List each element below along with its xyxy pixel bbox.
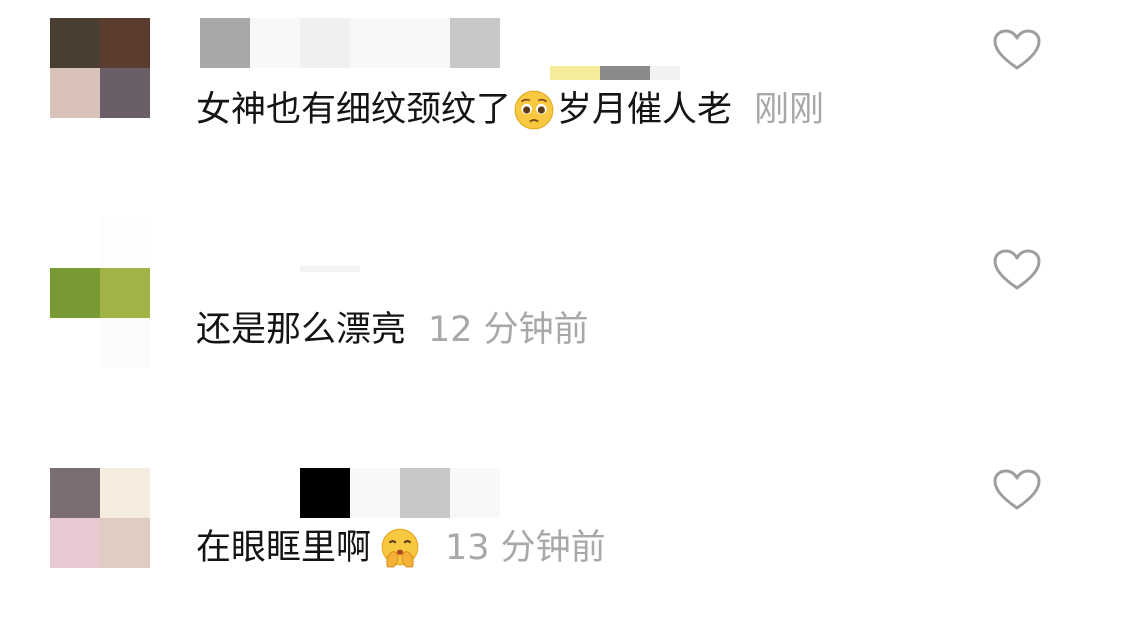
avatar-pixel (100, 318, 150, 368)
avatar[interactable] (50, 218, 150, 368)
avatar-pixel (100, 518, 150, 568)
timestamp: 刚刚 (754, 90, 825, 130)
username-pixel (450, 18, 500, 68)
username-redacted[interactable] (200, 18, 500, 68)
username-pixel (400, 18, 450, 68)
avatar[interactable] (50, 468, 150, 568)
comment-item: 女神也有细纹颈纹了 岁月催人老 刚刚 (0, 18, 1125, 158)
comment-text-line: 还是那么漂亮 12 分钟前 (196, 307, 589, 353)
username-redacted[interactable] (200, 468, 500, 518)
heart-outline-icon[interactable] (992, 468, 1042, 512)
avatar-pixel (100, 18, 150, 68)
username-redacted[interactable] (300, 266, 360, 272)
timestamp: 13 分钟前 (445, 528, 606, 568)
avatar[interactable] (50, 18, 150, 118)
comment-text: 女神也有细纹颈纹了 (196, 90, 512, 130)
avatar-pixel (100, 468, 150, 518)
username-pixel (600, 66, 650, 80)
heart-outline-icon[interactable] (992, 28, 1042, 72)
username-pixel (300, 468, 350, 518)
shushing-face-icon (381, 528, 419, 568)
avatar-pixel (50, 518, 100, 568)
comment-text: 在眼眶里啊 (196, 528, 372, 568)
avatar-pixel (100, 218, 150, 268)
comment-text-line: 女神也有细纹颈纹了 岁月催人老 刚刚 (196, 87, 824, 133)
username-pixel (250, 18, 300, 68)
username-pixel (300, 18, 350, 68)
avatar-pixel (50, 268, 100, 318)
username-pixel (200, 18, 250, 68)
comment-text: 还是那么漂亮 (196, 310, 407, 350)
pleading-face-icon (514, 90, 554, 130)
avatar-pixel (50, 468, 100, 518)
comment-text-line: 在眼眶里啊 13 分钟前 (196, 525, 606, 571)
avatar-pixel (50, 68, 100, 118)
username-pixel (650, 66, 680, 80)
comment-item: 在眼眶里啊 13 分钟前 (0, 468, 1125, 578)
username-pixel (350, 18, 400, 68)
username-pixel (350, 468, 400, 518)
heart-outline-icon[interactable] (992, 248, 1042, 292)
avatar-pixel (100, 68, 150, 118)
username-pixel (550, 66, 600, 80)
username-pixel (450, 468, 500, 518)
timestamp: 12 分钟前 (428, 310, 589, 350)
comment-item: 还是那么漂亮 12 分钟前 (0, 218, 1125, 368)
username-pixel (250, 468, 300, 518)
username-pixel (200, 468, 250, 518)
username-redacted-strip (550, 66, 680, 80)
avatar-pixel (100, 268, 150, 318)
username-pixel (400, 468, 450, 518)
avatar-pixel (50, 18, 100, 68)
comment-text-continued: 岁月催人老 (557, 90, 733, 130)
